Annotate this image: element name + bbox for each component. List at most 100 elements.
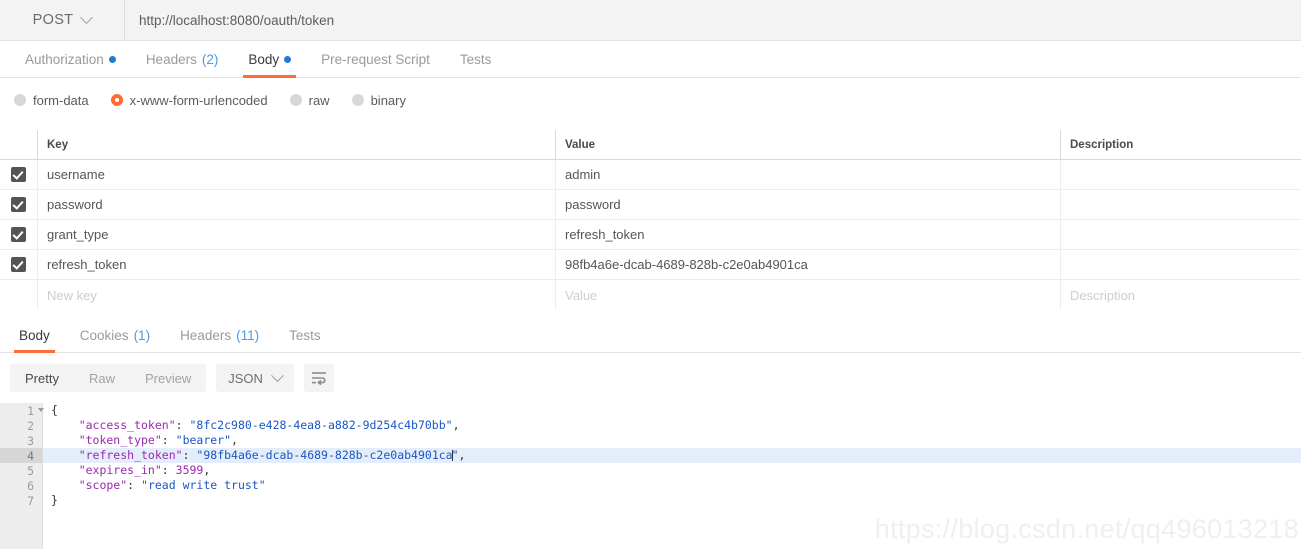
tab-label: Tests	[289, 327, 321, 343]
new-description-input[interactable]: Description	[1070, 288, 1135, 303]
param-value-input[interactable]: 98fb4a6e-dcab-4689-828b-c2e0ab4901ca	[565, 257, 808, 272]
row-check-cell	[0, 160, 37, 189]
view-mode-raw[interactable]: Raw	[74, 364, 130, 392]
postman-window: POST http://localhost:8080/oauth/token A…	[0, 0, 1301, 549]
row-checkbox[interactable]	[11, 227, 26, 242]
row-checkbox[interactable]	[11, 167, 26, 182]
chevron-down-icon	[80, 10, 94, 24]
code-text: }	[43, 493, 58, 508]
line-number: 6	[27, 478, 34, 493]
token: "scope"	[51, 478, 128, 492]
tab-count-badge: (11)	[236, 327, 260, 343]
tab-label: Cookies	[79, 327, 129, 343]
param-value-input[interactable]: admin	[565, 167, 600, 182]
token: "token_type"	[51, 433, 162, 447]
row-check-cell	[0, 250, 37, 279]
table-row: grant_type refresh_token	[0, 220, 1301, 250]
table-row: password password	[0, 190, 1301, 220]
param-value-input[interactable]: password	[565, 197, 621, 212]
token: ,	[458, 448, 466, 462]
token: 3599	[175, 463, 204, 477]
body-type-form-data[interactable]: form-data	[14, 93, 89, 108]
view-mode-preview[interactable]: Preview	[130, 364, 206, 392]
line-number: 7	[27, 493, 34, 508]
unsaved-dot-icon	[108, 55, 116, 63]
row-checkbox[interactable]	[11, 257, 26, 272]
line-number: 5	[27, 463, 34, 478]
tab-label: Headers	[180, 327, 232, 343]
token: "bearer"	[175, 433, 232, 447]
token: "read write trust"	[141, 478, 266, 492]
new-param-row: New key Value Description	[0, 280, 1301, 310]
code-text: "refresh_token": "98fb4a6e-dcab-4689-828…	[43, 448, 466, 463]
row-checkbox[interactable]	[11, 197, 26, 212]
code-line: "token_type": "bearer",	[43, 433, 1301, 448]
word-wrap-icon	[311, 372, 326, 385]
view-mode-pretty[interactable]: Pretty	[10, 364, 74, 392]
word-wrap-button[interactable]	[303, 364, 334, 392]
param-key-input[interactable]: password	[47, 197, 103, 212]
body-type-raw[interactable]: raw	[289, 93, 330, 108]
tab-label: Body	[19, 327, 50, 343]
body-type-radio-group: form-data x-www-form-urlencoded raw binary	[0, 78, 1301, 122]
request-tab-authorization[interactable]: Authorization	[10, 41, 131, 78]
code-line: "access_token": "8fc2c980-e428-4ea8-a882…	[43, 418, 1301, 433]
request-url-input[interactable]: http://localhost:8080/oauth/token	[125, 0, 1301, 40]
token: :	[127, 478, 142, 492]
request-tab-headers[interactable]: Headers (2)	[131, 41, 234, 78]
param-key-input[interactable]: refresh_token	[47, 257, 127, 272]
response-view-mode-group: Pretty Raw Preview	[10, 364, 207, 392]
body-type-x-www-form-urlencoded[interactable]: x-www-form-urlencoded	[110, 93, 268, 108]
code-line: {	[43, 403, 1301, 418]
param-value-input[interactable]: refresh_token	[565, 227, 645, 242]
line-number: 1	[0, 403, 44, 418]
row-check-cell	[0, 190, 37, 219]
unsaved-dot-icon	[284, 55, 292, 63]
response-format-label: JSON	[228, 370, 263, 386]
response-format-select[interactable]: JSON	[216, 364, 294, 392]
code-line: "scope": "read write trust"	[43, 478, 1301, 493]
response-toolbar: Pretty Raw Preview JSON	[0, 353, 1301, 403]
new-key-input[interactable]: New key	[47, 288, 97, 303]
param-key-input[interactable]: username	[47, 167, 105, 182]
tab-label: Tests	[459, 51, 492, 67]
token: "refresh_token"	[51, 448, 183, 462]
request-tab-pre-request-script[interactable]: Pre-request Script	[306, 41, 445, 78]
token: :	[161, 463, 176, 477]
code-text: "token_type": "bearer",	[43, 433, 238, 448]
tab-label: Authorization	[25, 51, 104, 67]
token: {	[51, 403, 58, 417]
token: ,	[231, 433, 238, 447]
param-key-input[interactable]: grant_type	[47, 227, 108, 242]
table-row: refresh_token 98fb4a6e-dcab-4689-828b-c2e…	[0, 250, 1301, 280]
request-tab-body[interactable]: Body	[233, 41, 306, 78]
radio-icon[interactable]	[289, 94, 302, 106]
response-tab-tests[interactable]: Tests	[274, 318, 336, 353]
response-tab-body[interactable]: Body	[4, 318, 65, 353]
token: }	[51, 493, 58, 507]
code-text: {	[43, 403, 58, 418]
token: :	[182, 448, 197, 462]
radio-icon[interactable]	[351, 94, 364, 106]
table-row: username admin	[0, 160, 1301, 190]
watermark: https://blog.csdn.net/qq496013218	[874, 514, 1299, 544]
line-number: 2	[27, 418, 34, 433]
request-tab-tests[interactable]: Tests	[445, 41, 507, 78]
code-line: "expires_in": 3599,	[43, 463, 1301, 478]
line-number: 3	[27, 433, 34, 448]
response-tab-headers[interactable]: Headers (11)	[165, 318, 274, 353]
new-value-input[interactable]: Value	[565, 288, 597, 303]
column-header-description: Description	[1070, 138, 1134, 151]
http-method-select[interactable]: POST	[0, 0, 125, 40]
chevron-down-icon	[271, 368, 284, 382]
line-number: 4	[0, 448, 42, 463]
new-row-check-cell	[0, 280, 37, 310]
radio-icon[interactable]	[110, 94, 123, 106]
radio-icon[interactable]	[14, 94, 26, 106]
request-url-bar: POST http://localhost:8080/oauth/token	[0, 0, 1301, 41]
response-tab-cookies[interactable]: Cookies (1)	[65, 318, 165, 353]
token: "expires_in"	[51, 463, 162, 477]
token: "8fc2c980-e428-4ea8-a882-9d254c4b70bb"	[189, 418, 453, 432]
body-type-binary[interactable]: binary	[351, 93, 406, 108]
code-text: "expires_in": 3599,	[43, 463, 211, 478]
